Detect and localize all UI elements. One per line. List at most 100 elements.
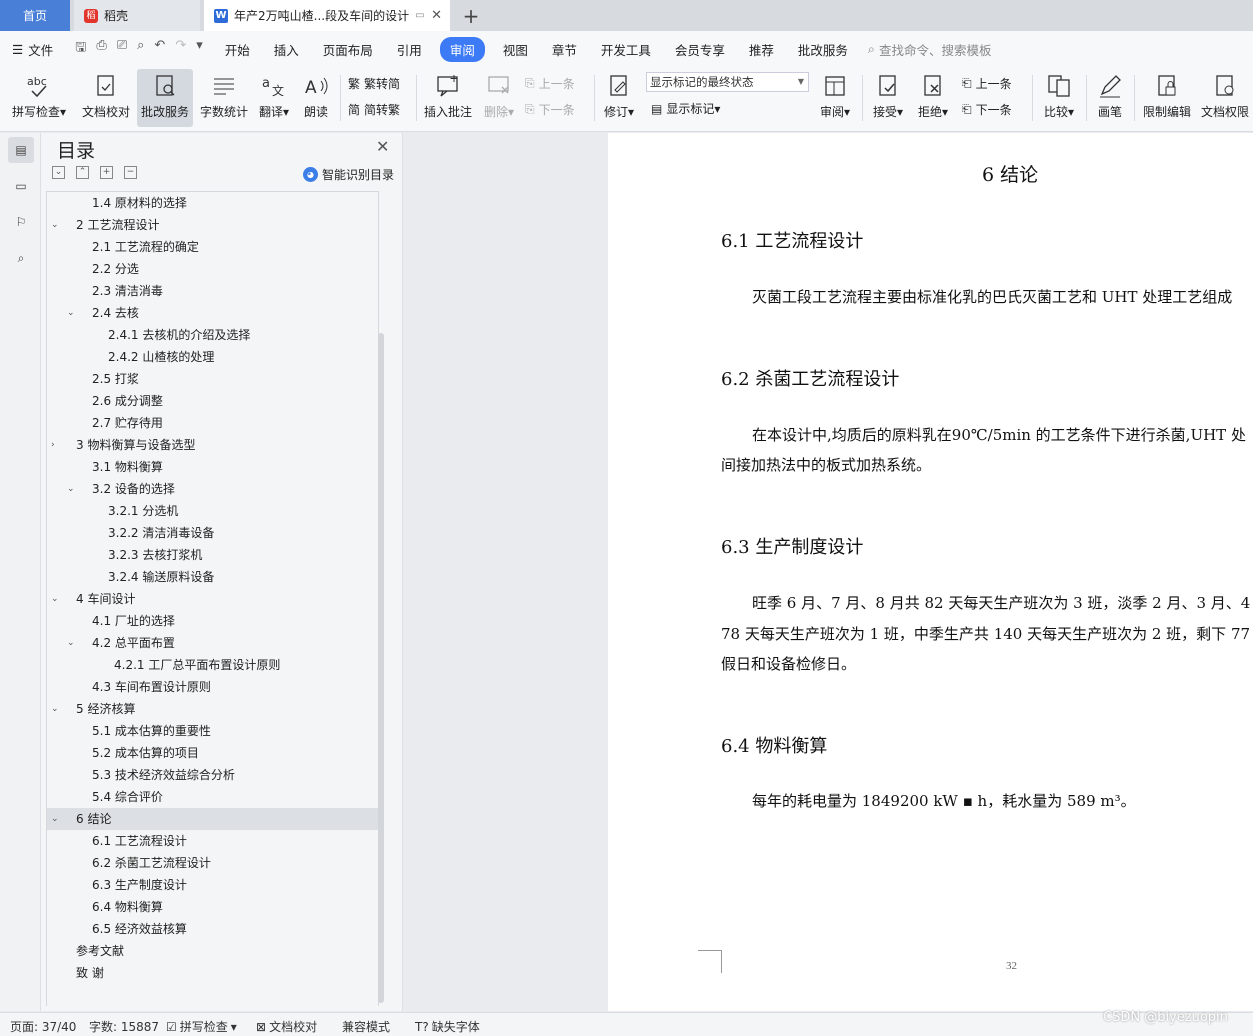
bookmark-icon[interactable]: ⚐ — [8, 209, 34, 235]
export-icon[interactable]: ⎙ — [96, 38, 106, 60]
chevron-down-icon[interactable]: ⌄ — [67, 478, 75, 500]
page-indicator[interactable]: 页面: 37/40 — [10, 1018, 76, 1035]
next-comment-button[interactable]: ⎘ 下一条 — [525, 101, 575, 118]
redo-icon[interactable]: ↷ — [175, 38, 186, 60]
word-count-button[interactable]: 字数统计 — [198, 69, 250, 127]
track-changes-button[interactable]: 修订▾ — [600, 69, 638, 127]
toc-item[interactable]: 6.1 工艺流程设计 — [47, 830, 378, 852]
delete-comment-button[interactable]: 删除▾ — [480, 69, 518, 127]
tab-home[interactable]: 首页 — [0, 0, 70, 31]
menu-references[interactable]: 引用 — [385, 40, 434, 59]
toc-item[interactable]: ⌄ 4.2 总平面布置 — [47, 632, 378, 654]
reject-button[interactable]: 拒绝▾ — [913, 69, 953, 127]
pen-button[interactable]: 画笔 — [1092, 69, 1128, 127]
toc-item[interactable]: 3.2.1 分选机 — [47, 500, 378, 522]
toc-item[interactable]: 3.2.4 输送原料设备 — [47, 566, 378, 588]
new-tab-button[interactable]: + — [460, 0, 482, 31]
command-search[interactable]: ⌕ 查找命令、搜索模板 — [868, 40, 992, 59]
tab-close-icon[interactable]: ✕ — [431, 8, 442, 23]
missing-font-status[interactable]: T? 缺失字体 — [415, 1018, 480, 1035]
toc-item[interactable]: ⌄ 5 经济核算 — [47, 698, 378, 720]
toc-item[interactable]: 参考文献 — [47, 940, 378, 962]
toc-item[interactable]: 3.2.3 去核打浆机 — [47, 544, 378, 566]
toc-item[interactable]: 6.4 物料衡算 — [47, 896, 378, 918]
menu-start[interactable]: 开始 — [213, 40, 262, 59]
monitor-icon[interactable]: ▭ — [415, 10, 424, 21]
toc-item[interactable]: 3.2.2 清洁消毒设备 — [47, 522, 378, 544]
spell-check-button[interactable]: abc 拼写检查▾ — [8, 69, 70, 127]
chevron-down-icon[interactable]: ⌄ — [51, 588, 59, 610]
toc-item[interactable]: ⌄ 3.2 设备的选择 — [47, 478, 378, 500]
toc-item[interactable]: 2.4.2 山楂核的处理 — [47, 346, 378, 368]
toc-item[interactable]: 2.3 清洁消毒 — [47, 280, 378, 302]
add-heading-icon[interactable]: + — [100, 166, 113, 179]
smart-toc-button[interactable]: ◕ 智能识别目录 — [303, 166, 394, 183]
chevron-down-icon[interactable]: ⌄ — [51, 214, 59, 236]
menu-review[interactable]: 审阅 — [439, 36, 485, 62]
expand-up-icon[interactable]: ⌃ — [76, 166, 89, 179]
doc-permission-button[interactable]: 文档权限 — [1198, 69, 1252, 127]
menu-insert[interactable]: 插入 — [262, 40, 311, 59]
toc-item[interactable]: 4.3 车间布置设计原则 — [47, 676, 378, 698]
translate-button[interactable]: a文 翻译▾ — [254, 69, 294, 127]
word-count-status[interactable]: 字数: 15887 — [89, 1018, 159, 1035]
toc-item[interactable]: 5.2 成本估算的项目 — [47, 742, 378, 764]
toc-pane-icon[interactable]: ▤ — [8, 137, 34, 163]
toc-item[interactable]: 2.2 分选 — [47, 258, 378, 280]
read-aloud-button[interactable]: A 朗读 — [298, 69, 334, 127]
print-preview-icon[interactable]: ⌕ — [137, 38, 144, 60]
toc-scrollbar[interactable] — [378, 333, 384, 1003]
menu-review-service[interactable]: 批改服务 — [786, 40, 860, 59]
toc-item[interactable]: › 3 物料衡算与设备选型 — [47, 434, 378, 456]
collapse-all-icon[interactable]: ⌄ — [52, 166, 65, 179]
next-change-button[interactable]: ⎗ 下一条 — [962, 101, 1012, 118]
tab-daoke[interactable]: 稻稻壳 — [74, 0, 200, 31]
menu-view[interactable]: 视图 — [491, 40, 540, 59]
close-icon[interactable]: ✕ — [376, 137, 389, 156]
review-service-button[interactable]: 批改服务 — [137, 69, 193, 127]
undo-icon[interactable]: ↶ — [154, 38, 165, 60]
toc-item[interactable]: ⌄ 2.4 去核 — [47, 302, 378, 324]
prev-comment-button[interactable]: ⎘ 上一条 — [525, 75, 575, 92]
chevron-down-icon[interactable]: ⌄ — [67, 302, 75, 324]
file-menu[interactable]: ☰ 文件 — [0, 40, 65, 59]
toc-item[interactable]: 2.6 成分调整 — [47, 390, 378, 412]
menu-member[interactable]: 会员专享 — [663, 40, 737, 59]
toc-item[interactable]: 2.5 打浆 — [47, 368, 378, 390]
to-simplified-button[interactable]: 简简转繁 — [348, 101, 400, 118]
chevron-down-icon[interactable]: ⌄ — [51, 808, 59, 830]
toc-item[interactable]: 6.2 杀菌工艺流程设计 — [47, 852, 378, 874]
toc-item[interactable]: 2.4.1 去核机的介绍及选择 — [47, 324, 378, 346]
toc-item[interactable]: 致 谢 — [47, 962, 378, 984]
menu-developer[interactable]: 开发工具 — [589, 40, 663, 59]
chapter-nav-icon[interactable]: ▭ — [8, 173, 34, 199]
toc-item[interactable]: 1.4 原材料的选择 — [47, 192, 378, 214]
prev-change-button[interactable]: ⎗ 上一条 — [962, 75, 1012, 92]
toc-item[interactable]: 4.2.1 工厂总平面布置设计原则 — [47, 654, 378, 676]
save-icon[interactable]: 🖫 — [75, 38, 86, 60]
tab-document[interactable]: W 年产2万吨山楂...段及车间的设计 ▭ ✕ — [204, 0, 450, 31]
toc-item[interactable]: ⌄ 4 车间设计 — [47, 588, 378, 610]
compare-button[interactable]: 比较▾ — [1038, 69, 1080, 127]
chevron-down-icon[interactable]: ⌄ — [67, 632, 75, 654]
document-page[interactable]: 6 结论 6.1 工艺流程设计 灭菌工段工艺流程主要由标准化乳的巴氏灭菌工艺和 … — [608, 133, 1253, 1011]
show-markup-button[interactable]: ▤ 显示标记▾ — [651, 100, 720, 117]
chevron-down-icon[interactable]: ⌄ — [51, 698, 59, 720]
markup-state-select[interactable]: 显示标记的最终状态 ▼ — [646, 72, 809, 92]
toc-item[interactable]: 6.5 经济效益核算 — [47, 918, 378, 940]
remove-heading-icon[interactable]: − — [124, 166, 137, 179]
toc-item[interactable]: 6.3 生产制度设计 — [47, 874, 378, 896]
review-pane-button[interactable]: 审阅▾ — [815, 69, 855, 127]
toc-item[interactable]: 4.1 厂址的选择 — [47, 610, 378, 632]
toc-item[interactable]: 2.1 工艺流程的确定 — [47, 236, 378, 258]
customize-icon[interactable]: ▾ — [196, 38, 203, 60]
menu-recommend[interactable]: 推荐 — [737, 40, 786, 59]
to-traditional-button[interactable]: 繁繁转简 — [348, 75, 400, 92]
toc-item[interactable]: ⌄ 2 工艺流程设计 — [47, 214, 378, 236]
menu-sections[interactable]: 章节 — [540, 40, 589, 59]
print-icon[interactable]: ⎚ — [117, 38, 127, 60]
find-icon[interactable]: ⌕ — [8, 245, 34, 271]
toc-item[interactable]: 5.4 综合评价 — [47, 786, 378, 808]
toc-item[interactable]: ⌄ 6 结论 — [47, 808, 378, 830]
menu-page-layout[interactable]: 页面布局 — [311, 40, 385, 59]
